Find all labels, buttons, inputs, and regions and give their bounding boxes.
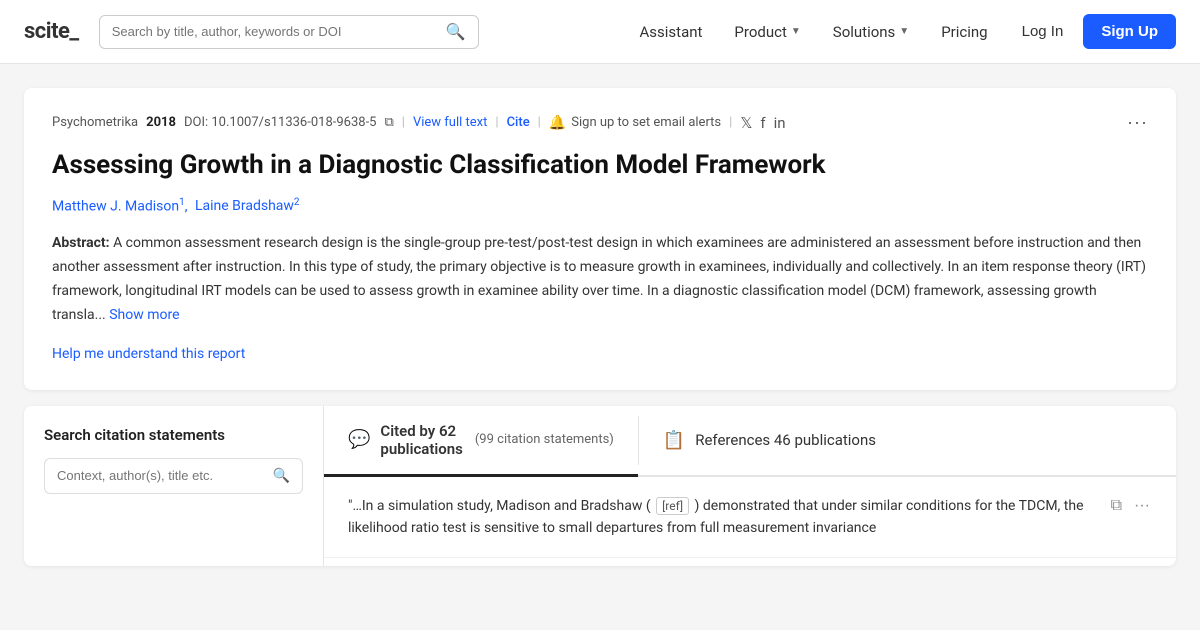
more-options-button[interactable]: ···	[1127, 112, 1148, 133]
more-snippet-button[interactable]: ···	[1132, 495, 1152, 517]
authors: Matthew J. Madison1, Laine Bradshaw2	[52, 197, 1148, 215]
search-context-icon: 🔍	[273, 468, 290, 484]
abstract-text: A common assessment research design is t…	[52, 235, 1146, 322]
login-button[interactable]: Log In	[1006, 15, 1080, 48]
chevron-down-icon: ▼	[899, 26, 909, 37]
paper-card: Psychometrika 2018 DOI: 10.1007/s11336-0…	[24, 88, 1176, 390]
sidebar-title: Search citation statements	[44, 426, 303, 444]
main-content: Psychometrika 2018 DOI: 10.1007/s11336-0…	[0, 64, 1200, 590]
main-nav: Assistant Product ▼ Solutions ▼ Pricing …	[626, 14, 1177, 49]
linkedin-icon[interactable]: in	[774, 114, 786, 132]
tab-cited-by[interactable]: 💬 Cited by 62publications (99 citation s…	[324, 406, 638, 477]
search-icon[interactable]: 🔍	[446, 22, 466, 42]
copy-icon[interactable]: ⧉	[384, 115, 393, 130]
cited-by-icon: 💬	[348, 429, 370, 450]
search-input[interactable]	[112, 24, 438, 39]
twitter-icon[interactable]: 𝕏	[740, 114, 752, 132]
abstract: Abstract: A common assessment research d…	[52, 232, 1148, 327]
citations-tabs: 💬 Cited by 62publications (99 citation s…	[324, 406, 1176, 477]
nav-item-product[interactable]: Product ▼	[720, 15, 814, 49]
snippet-text: "…In a simulation study, Madison and Bra…	[348, 495, 1097, 540]
show-more-link[interactable]: Show more	[109, 307, 179, 323]
paper-meta: Psychometrika 2018 DOI: 10.1007/s11336-0…	[52, 112, 1148, 133]
cited-by-sublabel: (99 citation statements)	[475, 432, 614, 447]
chevron-down-icon: ▼	[791, 26, 801, 37]
author-madison[interactable]: Matthew J. Madison	[52, 198, 179, 214]
references-label: References 46 publications	[695, 431, 876, 449]
ref-tag: [ref]	[656, 497, 689, 515]
help-understand-link[interactable]: Help me understand this report	[52, 346, 245, 362]
author-bradshaw[interactable]: Laine Bradshaw	[195, 198, 294, 214]
journal-name: Psychometrika	[52, 115, 138, 130]
search-context-input[interactable]	[57, 468, 273, 483]
citation-snippet: "…In a simulation study, Madison and Bra…	[324, 477, 1176, 559]
alert-text[interactable]: Sign up to set email alerts	[571, 115, 721, 130]
bell-icon: 🔔	[549, 115, 566, 131]
nav-item-assistant[interactable]: Assistant	[626, 15, 717, 49]
nav-item-solutions[interactable]: Solutions ▼	[819, 15, 923, 49]
cite-link[interactable]: Cite	[507, 115, 530, 130]
cited-by-label: Cited by 62publications	[380, 422, 462, 458]
logo[interactable]: scite_	[24, 19, 79, 44]
tab-references[interactable]: 📋 References 46 publications	[639, 406, 900, 475]
search-bar[interactable]: 🔍	[99, 15, 479, 49]
copy-snippet-button[interactable]: ⧉	[1109, 495, 1124, 517]
search-context-wrapper[interactable]: 🔍	[44, 458, 303, 494]
publication-year: 2018	[146, 115, 176, 130]
citations-panel: 💬 Cited by 62publications (99 citation s…	[324, 406, 1176, 566]
signup-button[interactable]: Sign Up	[1083, 14, 1176, 49]
snippet-actions: ⧉ ···	[1109, 495, 1152, 517]
sidebar-panel: Search citation statements 🔍	[24, 406, 324, 566]
header: scite_ 🔍 Assistant Product ▼ Solutions ▼…	[0, 0, 1200, 64]
nav-item-pricing[interactable]: Pricing	[927, 15, 1001, 49]
bottom-section: Search citation statements 🔍 💬 Cited by …	[24, 406, 1176, 566]
email-alert-section: 🔔 Sign up to set email alerts	[549, 115, 721, 131]
view-full-text-link[interactable]: View full text	[413, 115, 487, 130]
facebook-icon[interactable]: f	[760, 114, 765, 132]
paper-title: Assessing Growth in a Diagnostic Classif…	[52, 149, 1148, 183]
references-icon: 📋	[663, 430, 685, 451]
doi-text: DOI: 10.1007/s11336-018-9638-5	[184, 115, 376, 130]
social-icons: 𝕏 f in	[740, 114, 785, 132]
